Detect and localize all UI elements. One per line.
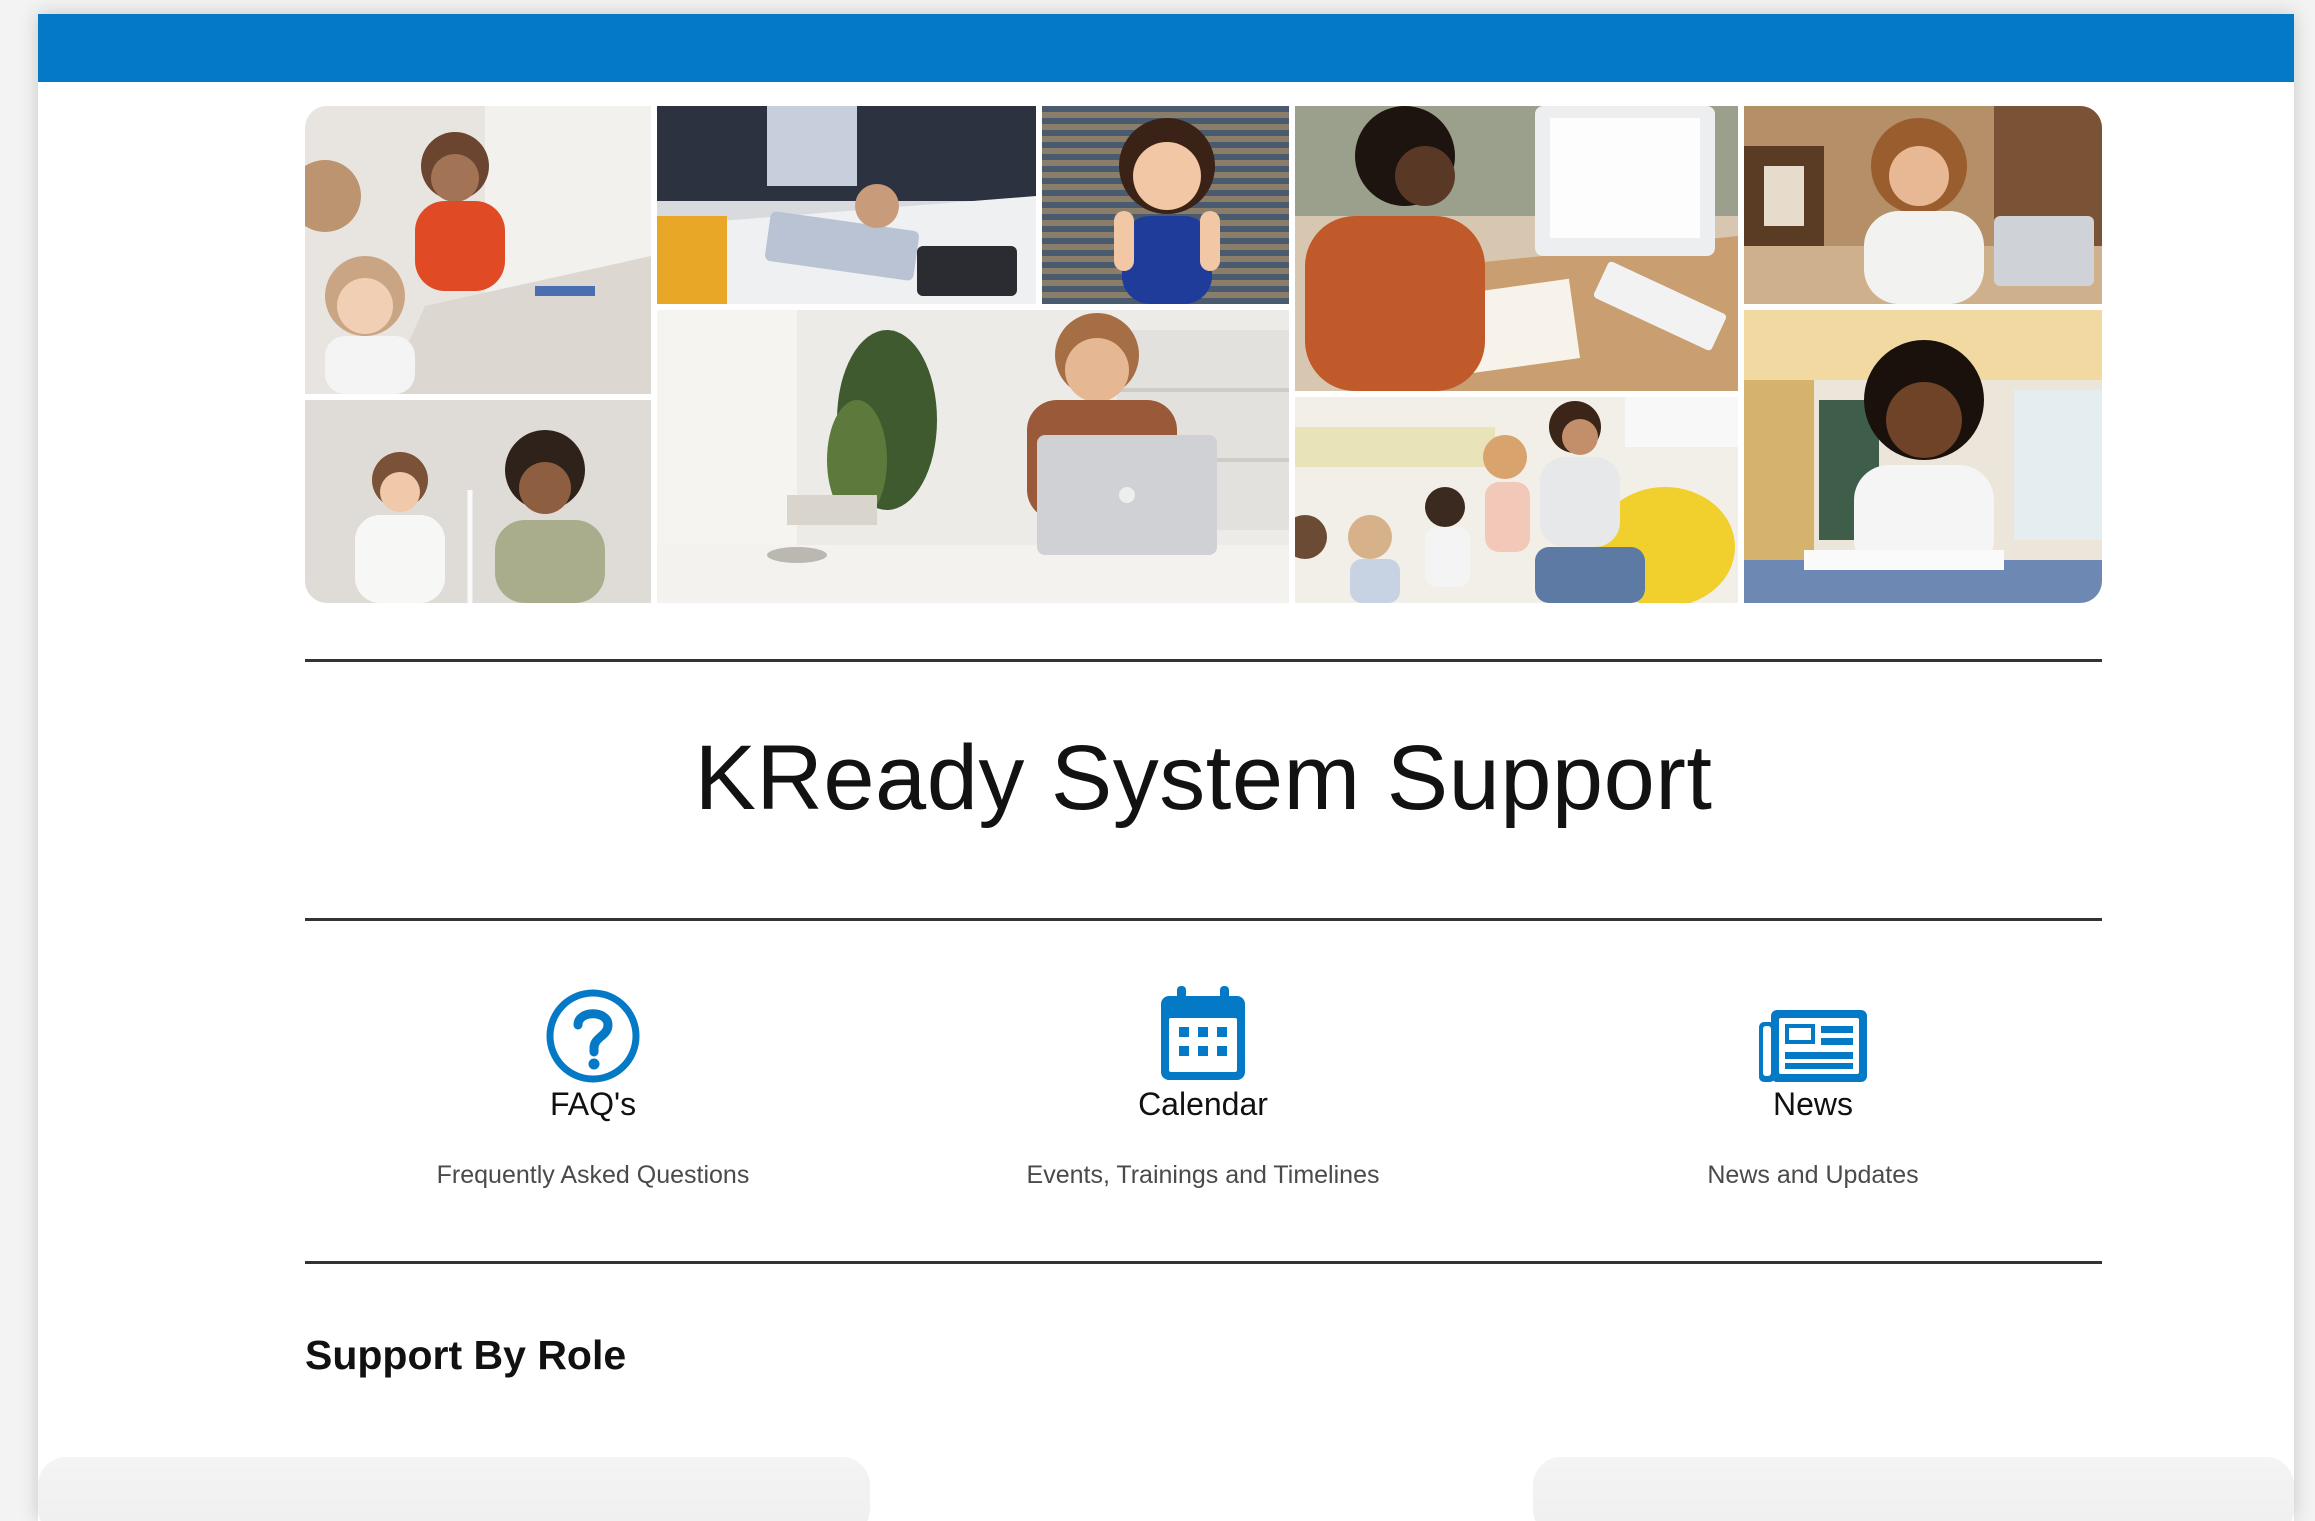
page: KReady System Support FAQ's Frequently A… (38, 14, 2294, 1521)
smiling-girl-photo (1042, 106, 1289, 304)
question-circle-icon (343, 984, 843, 1084)
news-label: News (1772, 1086, 1853, 1122)
faq-link[interactable]: FAQ's Frequently Asked Questions (343, 984, 843, 1190)
role-cards (38, 1457, 2294, 1521)
support-by-role-heading: Support By Role (305, 1332, 627, 1378)
man-with-laptop-photo (657, 310, 1289, 603)
divider-middle (305, 918, 2102, 921)
teacher-with-student-photo (305, 400, 651, 603)
quick-links: FAQ's Frequently Asked Questions Calenda… (305, 984, 2102, 1214)
divider-bottom (305, 1261, 2102, 1264)
role-card[interactable] (38, 1457, 870, 1521)
faq-label: FAQ's (549, 1086, 637, 1122)
news-description: News and Updates (1707, 1161, 1919, 1189)
hero-collage (305, 106, 2102, 603)
news-link[interactable]: News News and Updates (1563, 984, 2063, 1190)
role-card[interactable] (1533, 1457, 2294, 1521)
faq-description: Frequently Asked Questions (436, 1161, 750, 1189)
page-title: KReady System Support (694, 727, 1713, 829)
calendar-link[interactable]: Calendar Events, Trainings and Timelines (953, 984, 1453, 1190)
divider-top (305, 659, 2102, 662)
student-at-computer-photo (1295, 106, 1738, 391)
calendar-label: Calendar (1138, 1086, 1268, 1122)
boy-drawing-photo (1744, 310, 2102, 603)
teacher-reading-to-children-photo (1295, 397, 1738, 603)
business-analytics-photo (657, 106, 1036, 304)
newspaper-icon (1563, 984, 2063, 1084)
top-bar (38, 14, 2294, 82)
woman-on-phone-photo (1744, 106, 2102, 304)
calendar-description: Events, Trainings and Timelines (1026, 1161, 1380, 1189)
calendar-icon (953, 984, 1453, 1084)
children-at-desk-photo (305, 106, 651, 394)
